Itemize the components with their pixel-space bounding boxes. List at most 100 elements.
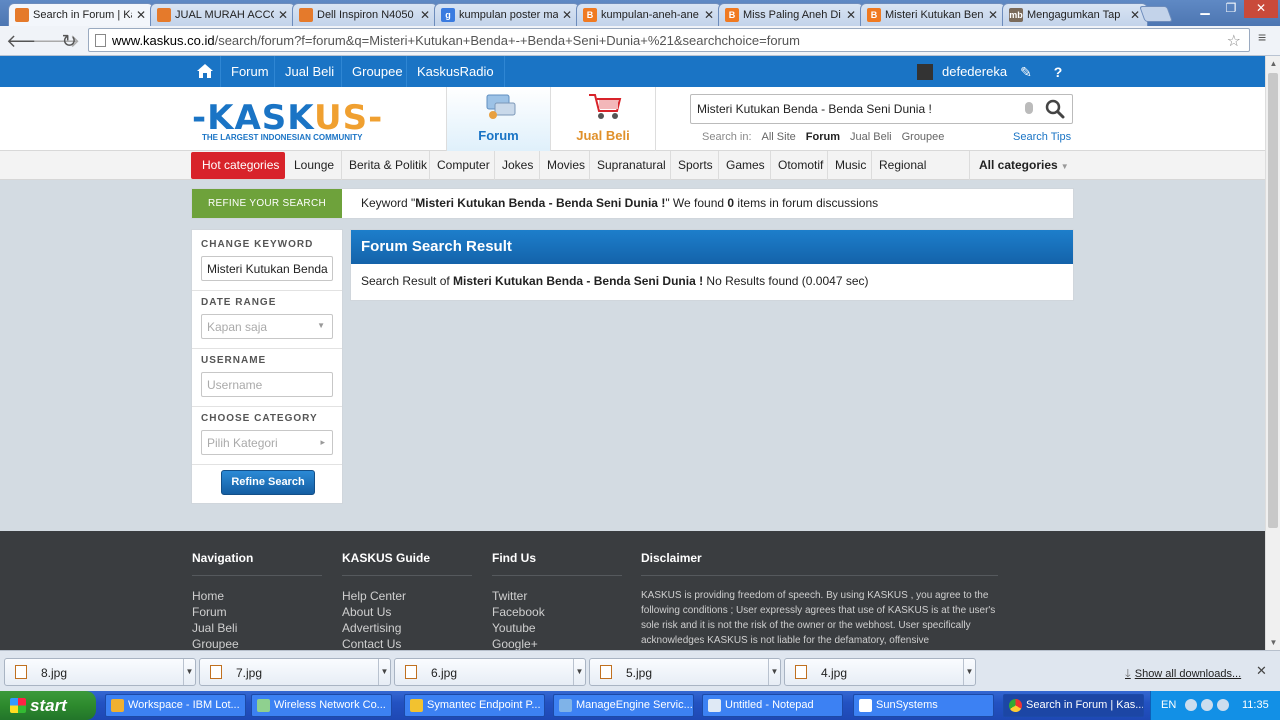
chevron-down-icon[interactable]: ▼ [768, 659, 780, 685]
footer-link[interactable]: Forum [192, 605, 322, 619]
browser-tab[interactable]: Dell Inspiron N4050 ✕ [292, 3, 438, 26]
category-music[interactable]: Music [827, 151, 873, 180]
footer-link[interactable]: Jual Beli [192, 621, 322, 635]
topnav-kaskusradio[interactable]: KaskusRadio [406, 56, 505, 87]
home-icon[interactable] [196, 63, 214, 79]
footer-link[interactable]: Groupee [192, 637, 322, 650]
close-icon[interactable]: ✕ [135, 8, 147, 22]
close-icon[interactable]: ✕ [845, 8, 857, 22]
browser-tab[interactable]: B Miss Paling Aneh Di ✕ [718, 3, 864, 26]
search-in-jual-beli[interactable]: Jual Beli [850, 131, 892, 143]
topnav-jual-beli[interactable]: Jual Beli [274, 56, 344, 87]
refine-search-button[interactable]: Refine Search [221, 470, 315, 495]
taskbar-item[interactable]: SunSystems [853, 694, 994, 717]
user-menu[interactable]: defedereka [916, 56, 1007, 87]
chevron-down-icon[interactable]: ▼ [573, 659, 585, 685]
category-regional[interactable]: Regional [871, 151, 933, 180]
close-icon[interactable]: ✕ [987, 8, 999, 22]
browser-tab[interactable]: Search in Forum | Kaskus ✕ [8, 3, 154, 26]
all-categories-dropdown[interactable]: All categories ▼ [969, 151, 1074, 180]
close-icon[interactable]: ✕ [561, 8, 573, 22]
window-close-icon[interactable]: ✕ [1244, 0, 1278, 18]
taskbar-item[interactable]: Untitled - Notepad [702, 694, 843, 717]
footer-link[interactable]: Twitter [492, 589, 622, 603]
footer-link[interactable]: About Us [342, 605, 472, 619]
download-item[interactable]: 7.jpg ▼ [199, 658, 391, 686]
footer-link[interactable]: Facebook [492, 605, 622, 619]
category-games[interactable]: Games [718, 151, 772, 180]
network-icon[interactable] [1201, 699, 1213, 711]
footer-link[interactable]: Google+ [492, 637, 622, 650]
footer-link[interactable]: Youtube [492, 621, 622, 635]
browser-tab[interactable]: B kumpulan-aneh-ane ✕ [576, 3, 722, 26]
start-button[interactable]: start [0, 691, 96, 720]
category-sports[interactable]: Sports [670, 151, 720, 180]
username-filter-input[interactable]: Username [201, 372, 333, 397]
footer-link[interactable]: Home [192, 589, 322, 603]
close-icon[interactable]: ✕ [703, 8, 715, 22]
reload-icon[interactable]: ↻ [58, 30, 80, 52]
search-tips-link[interactable]: Search Tips [1013, 131, 1071, 143]
url-text[interactable]: www.kaskus.co.id/search/forum?f=forum&q=… [112, 33, 800, 48]
browser-tab[interactable]: JUAL MURAH ACCOR ✕ [150, 3, 296, 26]
pencil-icon[interactable]: ✎ [1016, 62, 1036, 82]
taskbar-item[interactable]: Workspace - IBM Lot... [105, 694, 246, 717]
tray-arrow-icon[interactable] [1185, 699, 1197, 711]
help-icon[interactable]: ? [1048, 62, 1068, 82]
chevron-down-icon[interactable]: ▼ [183, 659, 195, 685]
category-computer[interactable]: Computer [429, 151, 497, 180]
category-select[interactable]: Pilih Kategori ▸ [201, 430, 333, 455]
hot-categories-tab[interactable]: Hot categories [191, 152, 285, 179]
category-berita-politik[interactable]: Berita & Politik [341, 151, 434, 180]
search-in-all-site[interactable]: All Site [762, 131, 796, 143]
header-nav-jual-beli[interactable]: Jual Beli [551, 87, 656, 151]
category-otomotif[interactable]: Otomotif [770, 151, 830, 180]
address-bar[interactable]: www.kaskus.co.id/search/forum?f=forum&q=… [88, 28, 1250, 52]
download-item[interactable]: 8.jpg ▼ [4, 658, 196, 686]
change-keyword-input[interactable]: Misteri Kutukan Benda [201, 256, 333, 281]
volume-icon[interactable] [1217, 699, 1229, 711]
topnav-forum[interactable]: Forum [220, 56, 279, 87]
page-scrollbar[interactable]: ▲ ▼ [1265, 56, 1280, 650]
category-lounge[interactable]: Lounge [287, 151, 341, 180]
browser-tab[interactable]: g kumpulan poster ma ✕ [434, 3, 580, 26]
scrollbar-thumb[interactable] [1268, 73, 1278, 528]
header-nav-forum[interactable]: Forum [446, 87, 551, 151]
search-in-groupee[interactable]: Groupee [902, 131, 945, 143]
browser-tab[interactable]: mb Mengagumkan Tap ✕ [1002, 3, 1148, 26]
download-item[interactable]: 5.jpg ▼ [589, 658, 781, 686]
new-tab-button[interactable] [1139, 6, 1173, 22]
clock[interactable]: 11:35 [1242, 691, 1269, 720]
minimize-icon[interactable]: ▁ [1192, 0, 1218, 18]
taskbar-item[interactable]: Wireless Network Co... [251, 694, 392, 717]
download-item[interactable]: 4.jpg ▼ [784, 658, 976, 686]
wrench-menu-icon[interactable]: ≡ [1258, 29, 1266, 45]
header-search-input[interactable]: Misteri Kutukan Benda - Benda Seni Dunia… [690, 94, 1073, 124]
close-icon[interactable]: ✕ [277, 8, 289, 22]
scroll-down-icon[interactable]: ▼ [1266, 635, 1280, 650]
category-movies[interactable]: Movies [539, 151, 592, 180]
kaskus-logo[interactable]: -KASKUS- THE LARGEST INDONESIAN COMMUNIT… [192, 101, 383, 142]
scroll-up-icon[interactable]: ▲ [1266, 56, 1280, 71]
close-icon[interactable]: ✕ [1129, 8, 1141, 22]
show-all-downloads-link[interactable]: 🡓 Show all downloads... [1125, 665, 1241, 684]
download-item[interactable]: 6.jpg ▼ [394, 658, 586, 686]
restore-icon[interactable]: ❐ [1218, 0, 1244, 18]
footer-link[interactable]: Advertising [342, 621, 472, 635]
search-icon[interactable] [1045, 99, 1065, 119]
taskbar-item[interactable]: Symantec Endpoint P... [404, 694, 545, 717]
taskbar-item[interactable]: Search in Forum | Kas... [1003, 694, 1144, 717]
close-icon[interactable]: ✕ [419, 8, 431, 22]
close-icon[interactable]: ✕ [1256, 663, 1267, 679]
browser-tab[interactable]: B Misteri Kutukan Ben ✕ [860, 3, 1006, 26]
category-jokes[interactable]: Jokes [494, 151, 540, 180]
bookmark-star-icon[interactable]: ☆ [1227, 31, 1241, 51]
category-supranatural[interactable]: Supranatural [589, 151, 673, 180]
topnav-groupee[interactable]: Groupee [341, 56, 413, 87]
chevron-down-icon[interactable]: ▼ [963, 659, 975, 685]
footer-link[interactable]: Contact Us [342, 637, 472, 650]
microphone-icon[interactable] [1025, 102, 1033, 114]
language-indicator[interactable]: EN [1161, 691, 1176, 720]
taskbar-item[interactable]: ManageEngine Servic... [553, 694, 694, 717]
search-in-forum[interactable]: Forum [806, 131, 840, 143]
